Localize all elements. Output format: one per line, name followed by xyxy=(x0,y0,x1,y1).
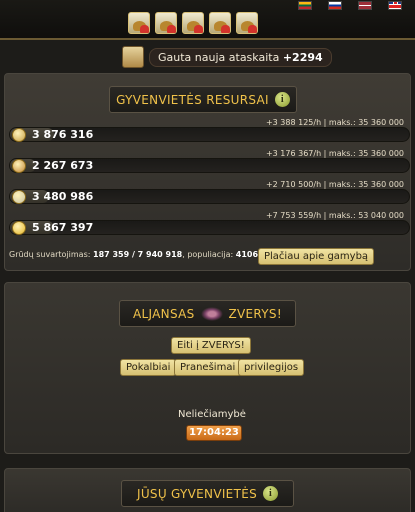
latvian-flag-icon[interactable] xyxy=(358,1,372,10)
clay-bar: 2 267 673 xyxy=(9,158,410,173)
grain-consumption-value: 187 359 / 7 940 918 xyxy=(93,250,183,259)
immunity-label: Neliečiamybė xyxy=(178,409,246,420)
holiday-gift-icon-2[interactable] xyxy=(155,12,177,34)
alliance-emblem-icon xyxy=(200,306,223,321)
alliance-messages-button[interactable]: Pranešimai xyxy=(174,359,242,376)
clay-icon xyxy=(12,159,26,173)
resources-title: GYVENVIETĖS RESURSAI xyxy=(116,92,269,107)
clay-rate: +3 176 367/h | maks.: 35 360 000 xyxy=(265,149,404,158)
alliance-privileges-button[interactable]: privilegijos xyxy=(238,359,305,376)
holiday-gift-icon-5[interactable] xyxy=(236,12,258,34)
grain-rate: +7 753 559/h | maks.: 53 040 000 xyxy=(265,211,404,220)
wood-icon xyxy=(12,128,26,142)
language-selector xyxy=(298,1,402,10)
production-details-button[interactable]: Plačiau apie gamybą xyxy=(258,248,375,265)
alliance-label: ALJANSAS xyxy=(133,306,195,321)
population-label: populiacija: xyxy=(187,250,234,259)
villages-title: JŪSŲ GYVENVIETĖS xyxy=(137,486,257,501)
hero-icon-strip xyxy=(128,12,258,34)
holiday-gift-icon-3[interactable] xyxy=(182,12,204,34)
grain-consumption-line: Grūdų suvartojimas: 187 359 / 7 940 918,… xyxy=(9,250,262,259)
new-report-notification[interactable]: Gauta nauja ataskaita +2294 xyxy=(122,46,332,68)
scroll-icon xyxy=(122,46,144,68)
wood-rate: +3 388 125/h | maks.: 35 360 000 xyxy=(265,118,404,127)
goto-alliance-button[interactable]: Eiti į ZVERYS! xyxy=(171,337,251,354)
wood-value: 3 876 316 xyxy=(32,128,94,141)
grain-value: 5 867 397 xyxy=(32,221,94,234)
holiday-gift-icon-4[interactable] xyxy=(209,12,231,34)
iron-icon xyxy=(12,190,26,204)
grain-bar: 5 867 397 xyxy=(9,220,410,235)
report-text: Gauta nauja ataskaita xyxy=(158,50,280,64)
russian-flag-icon[interactable] xyxy=(328,1,342,10)
villages-header: JŪSŲ GYVENVIETĖS i xyxy=(121,480,294,507)
wood-bar: 3 876 316 xyxy=(9,127,410,142)
grain-consumption-label: Grūdų suvartojimas: xyxy=(9,250,91,259)
alliance-name[interactable]: ZVERYS! xyxy=(229,307,282,321)
report-amount: +2294 xyxy=(282,50,323,64)
grain-icon xyxy=(12,221,26,235)
iron-rate: +2 710 500/h | maks.: 35 360 000 xyxy=(265,180,404,189)
resources-panel: GYVENVIETĖS RESURSAI i +3 388 125/h | ma… xyxy=(4,73,411,271)
top-bar xyxy=(0,0,415,40)
lithuanian-flag-icon[interactable] xyxy=(298,1,312,10)
holiday-gift-icon-1[interactable] xyxy=(128,12,150,34)
clay-value: 2 267 673 xyxy=(32,159,94,172)
iron-bar: 3 480 986 xyxy=(9,189,410,204)
iron-value: 3 480 986 xyxy=(32,190,94,203)
villages-info-icon[interactable]: i xyxy=(263,486,278,501)
alliance-header: ALJANSAS ZVERYS! xyxy=(119,300,296,327)
english-flag-icon[interactable] xyxy=(388,1,402,10)
resources-header: GYVENVIETĖS RESURSAI i xyxy=(109,86,297,113)
info-icon[interactable]: i xyxy=(274,92,290,107)
report-pill[interactable]: Gauta nauja ataskaita +2294 xyxy=(149,47,332,67)
villages-panel: JŪSŲ GYVENVIETĖS i xyxy=(4,468,411,512)
immunity-timer: 17:04:23 xyxy=(186,425,242,441)
alliance-chat-button[interactable]: Pokalbiai xyxy=(120,359,177,376)
